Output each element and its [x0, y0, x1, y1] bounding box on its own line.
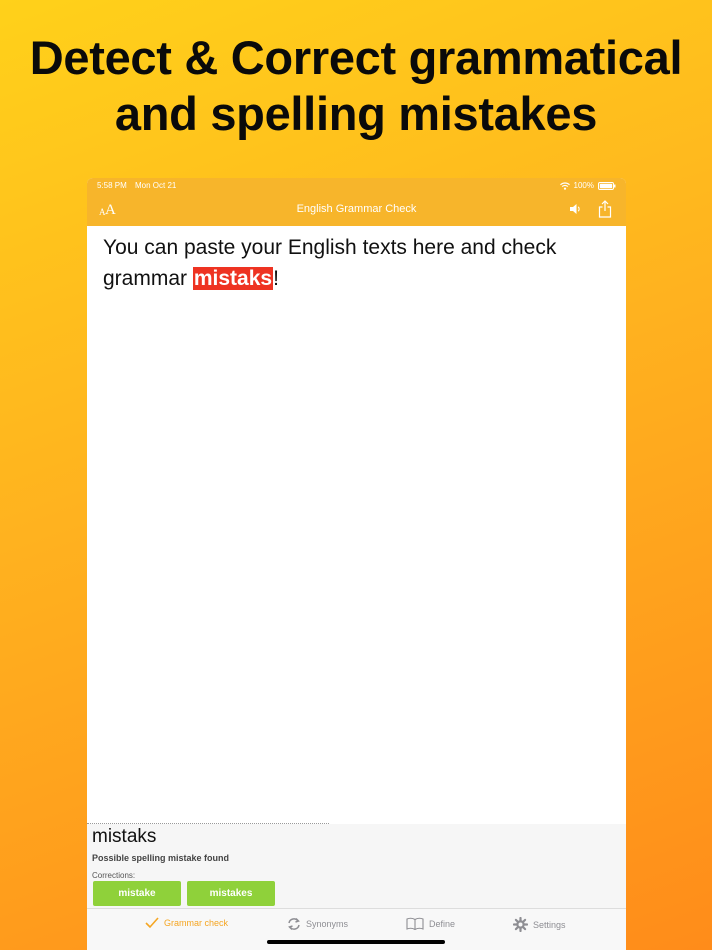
headline-line-1: Detect & Correct grammatical — [29, 31, 683, 84]
corrections-label: Corrections: — [92, 871, 136, 880]
tab-label-define: Define — [429, 918, 456, 929]
tab-synonyms[interactable]: Synonyms — [287, 917, 348, 931]
status-bar: 5:58 PM Mon Oct 21 100% — [87, 178, 626, 194]
editor-text-before: You can paste your English texts here an… — [103, 236, 557, 290]
editor-text-after: ! — [273, 267, 279, 290]
status-time: 5:58 PM — [97, 181, 127, 190]
tab-settings[interactable]: Settings — [513, 917, 566, 932]
ipad-screen: 5:58 PM Mon Oct 21 100% AA English Gramm… — [87, 178, 626, 950]
speaker-icon[interactable] — [569, 202, 583, 221]
suggestion-button-mistake[interactable]: mistake — [93, 881, 181, 906]
text-editor[interactable]: You can paste your English texts here an… — [87, 226, 626, 824]
headline-line-2: and spelling mistakes — [114, 87, 598, 140]
sync-icon — [287, 917, 301, 931]
checkmark-icon — [145, 917, 159, 929]
tab-grammar-check[interactable]: Grammar check — [145, 917, 228, 929]
promo-headline: Detect & Correct grammatical and spellin… — [0, 30, 712, 142]
tab-label-grammar-check: Grammar check — [164, 918, 229, 928]
status-date: Mon Oct 21 — [135, 181, 177, 190]
tab-label-synonyms: Synonyms — [306, 919, 349, 929]
nav-title: English Grammar Check — [296, 203, 417, 215]
editor-text[interactable]: You can paste your English texts here an… — [103, 232, 603, 294]
mistake-description: Possible spelling mistake found — [92, 853, 230, 863]
share-icon[interactable] — [598, 200, 612, 223]
wifi-icon — [559, 181, 570, 190]
battery-percentage: 100% — [573, 181, 594, 190]
tab-label-settings: Settings — [533, 919, 566, 930]
gear-icon — [513, 917, 528, 932]
mistake-word: mistaks — [92, 826, 157, 847]
status-indicators: 100% — [559, 181, 616, 190]
navigation-bar: AA English Grammar Check — [87, 194, 626, 226]
correction-panel: mistaks Possible spelling mistake found … — [87, 824, 626, 908]
battery-icon — [598, 181, 616, 190]
home-indicator[interactable] — [267, 940, 445, 944]
book-icon — [406, 917, 424, 930]
suggestion-button-mistakes[interactable]: mistakes — [187, 881, 275, 906]
spelling-error-highlight[interactable]: mistaks — [192, 267, 274, 290]
tab-define[interactable]: Define — [406, 917, 455, 930]
